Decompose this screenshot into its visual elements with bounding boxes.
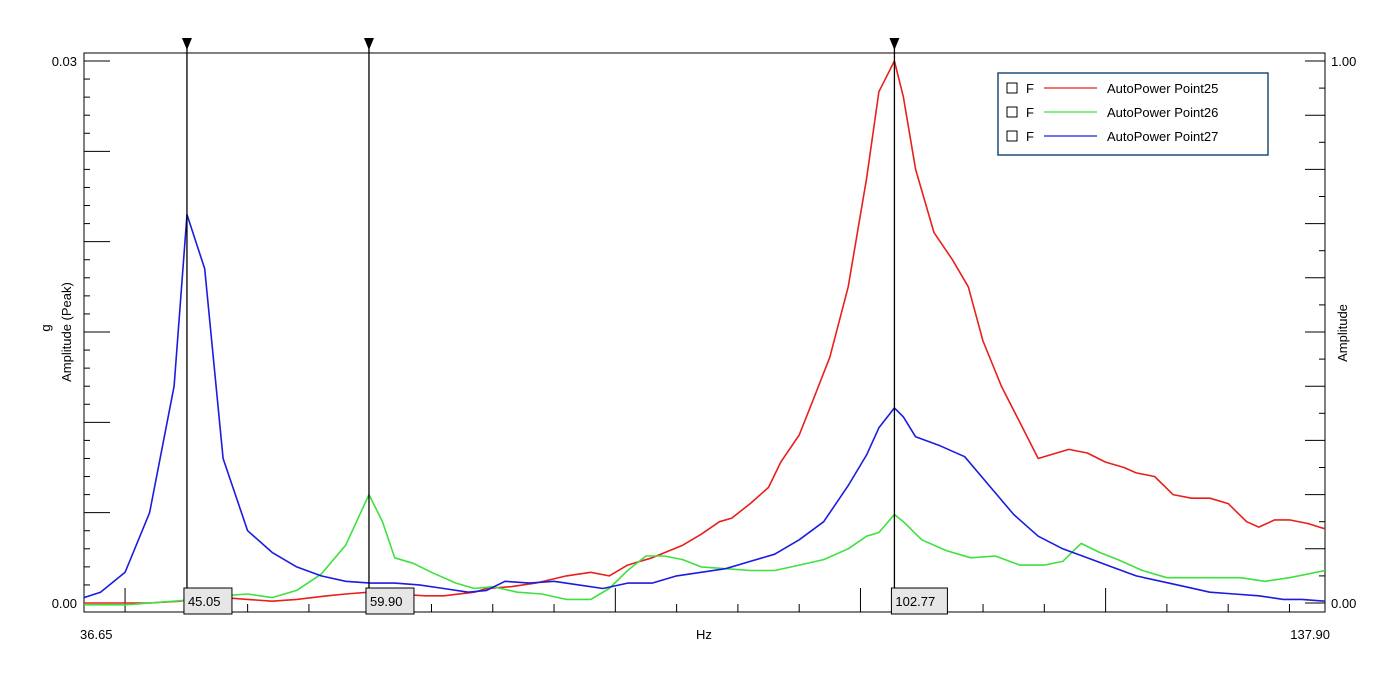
legend: F AutoPower Point25 F AutoPower Point26 … (997, 72, 1269, 156)
legend-series-name: AutoPower Point26 (1107, 105, 1218, 120)
legend-checkbox[interactable] (1006, 82, 1018, 94)
legend-series-name: AutoPower Point25 (1107, 81, 1218, 96)
cursor-marker-icon (889, 38, 900, 50)
cursor-marker-icon (363, 38, 374, 50)
legend-checkbox-label: F (1026, 129, 1034, 144)
cursor-value-label: 45.05 (188, 594, 221, 609)
chart: 45.05 59.90 102.77 0.03 0.00 1.00 0.00 36.… (38, 38, 1356, 642)
cursor-marker-icon (181, 38, 192, 50)
y-right-tick-label-bottom: 0.00 (1331, 596, 1356, 611)
y-left-axis-unit: g (38, 324, 53, 331)
x-axis-title: Hz (696, 627, 712, 642)
cursor-value-label: 59.90 (370, 594, 403, 609)
legend-checkbox[interactable] (1006, 130, 1018, 142)
x-tick-label-right: 137.90 (1290, 627, 1330, 642)
cursor-value-label: 102.77 (895, 594, 935, 609)
y-right-axis-title: Amplitude (1335, 304, 1350, 362)
legend-checkbox-label: F (1026, 81, 1034, 96)
y-left-tick-label-top: 0.03 (52, 54, 77, 69)
y-left-tick-label-bottom: 0.00 (52, 596, 77, 611)
legend-checkbox[interactable] (1006, 106, 1018, 118)
y-left-axis-title: Amplitude (Peak) (59, 282, 74, 382)
chart-stage: 45.05 59.90 102.77 0.03 0.00 1.00 0.00 36.… (0, 0, 1396, 676)
y-right-tick-label-top: 1.00 (1331, 54, 1356, 69)
legend-checkbox-label: F (1026, 105, 1034, 120)
x-tick-label-left: 36.65 (80, 627, 113, 642)
legend-series-name: AutoPower Point27 (1107, 129, 1218, 144)
